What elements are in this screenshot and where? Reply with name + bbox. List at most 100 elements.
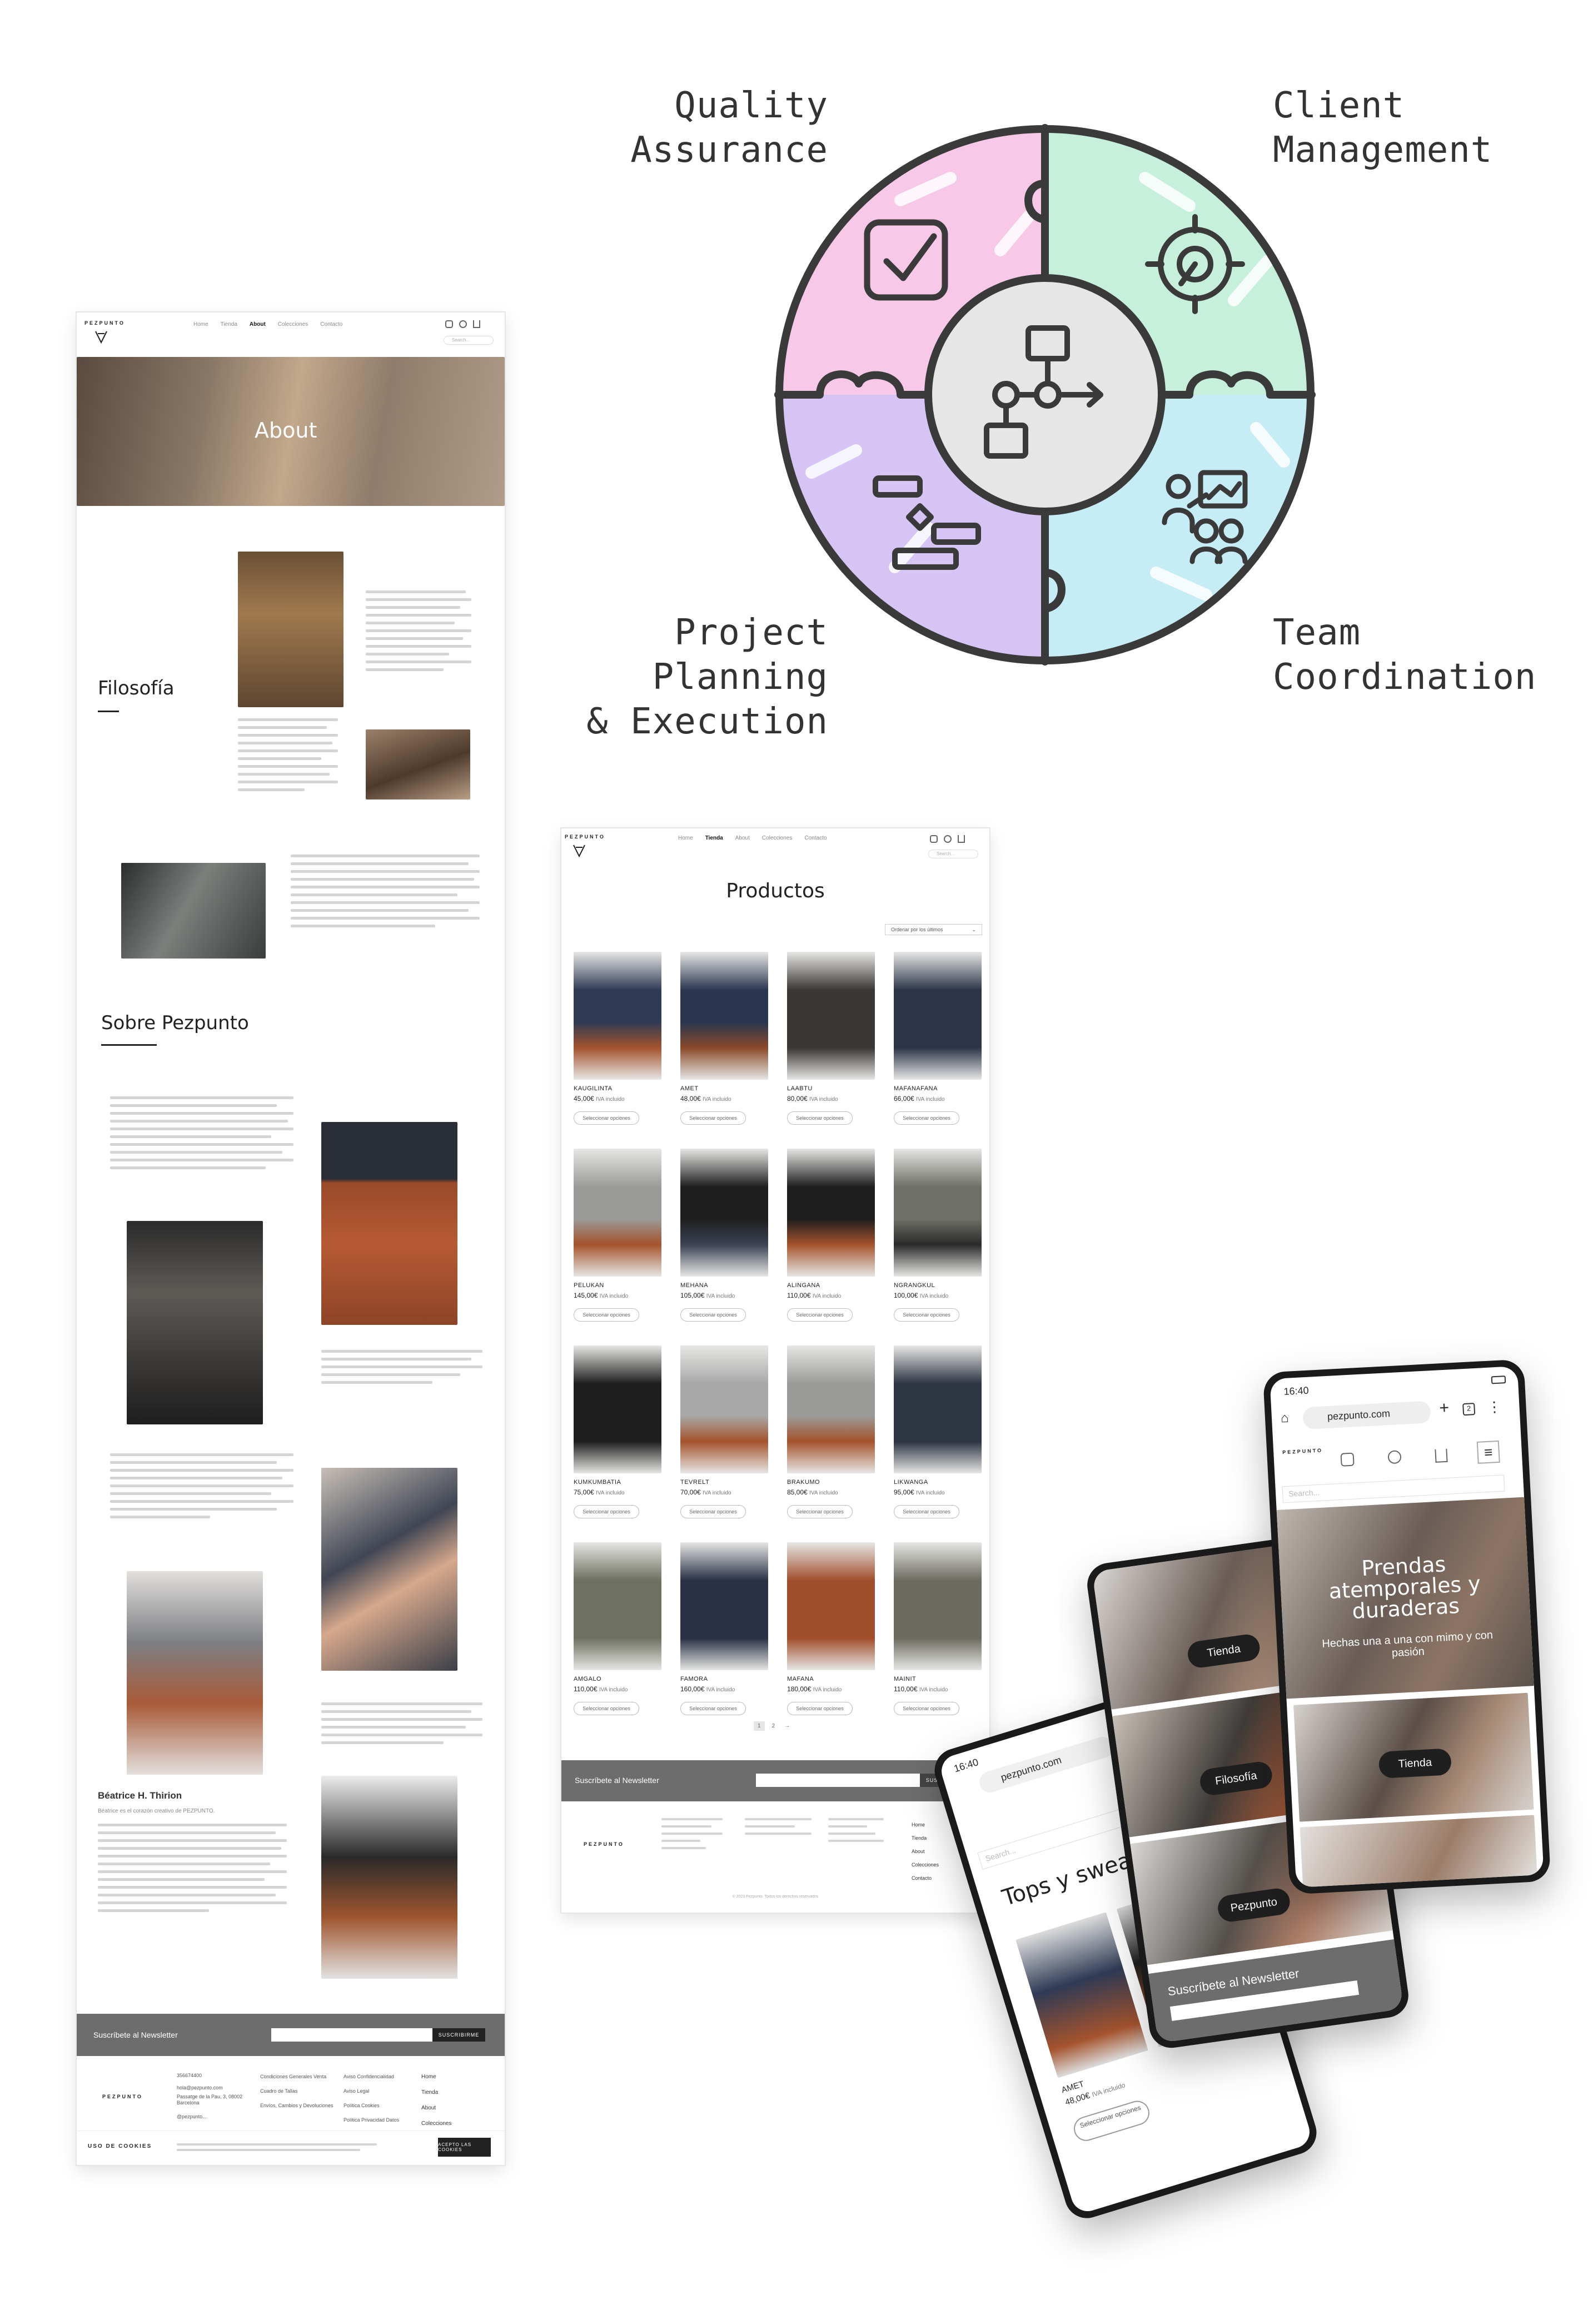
select-options-button[interactable]: Seleccionar opciones: [894, 1111, 959, 1125]
select-options-button[interactable]: Seleccionar opciones: [574, 1111, 639, 1125]
footer-link[interactable]: About: [421, 2100, 451, 2116]
cart-icon[interactable]: [1435, 1448, 1448, 1463]
accept-cookies-button[interactable]: ACEPTO LAS COOKIES: [438, 2138, 491, 2157]
footer-link[interactable]: Home: [421, 2069, 451, 2085]
footer-link[interactable]: Cuadro de Tallas: [260, 2084, 333, 2098]
url-bar[interactable]: pezpunto.com: [1302, 1401, 1431, 1430]
product-photo[interactable]: [574, 952, 661, 1080]
product-photo[interactable]: [574, 1345, 661, 1473]
select-options-button[interactable]: Seleccionar opciones: [1071, 2098, 1153, 2144]
nav-contacto[interactable]: Contacto: [320, 321, 342, 327]
select-options-button[interactable]: Seleccionar opciones: [680, 1702, 746, 1715]
select-options-button[interactable]: Seleccionar opciones: [894, 1308, 959, 1322]
account-icon[interactable]: [459, 320, 467, 328]
select-options-button[interactable]: Seleccionar opciones: [894, 1702, 959, 1715]
product-card[interactable]: MEHANA 105,00€ IVA incluido Seleccionar op…: [680, 1149, 768, 1322]
phone-brand-logo[interactable]: PEZPUNTO: [1282, 1447, 1323, 1455]
product-name[interactable]: AMGALO: [574, 1676, 661, 1682]
newsletter-email-input[interactable]: [756, 1774, 920, 1787]
product-card[interactable]: PELUKAN 145,00€ IVA incluido Seleccionar o…: [574, 1149, 661, 1322]
page-2[interactable]: 2: [768, 1721, 779, 1731]
product-card[interactable]: AMET 48,00€ IVA incluido Seleccionar opcio…: [680, 952, 768, 1125]
product-name[interactable]: KAUGILINTA: [574, 1085, 661, 1092]
select-options-button[interactable]: Seleccionar opciones: [680, 1308, 746, 1322]
sort-select[interactable]: Ordenar por los últimos ⌄: [885, 924, 982, 935]
product-photo[interactable]: [894, 1345, 982, 1473]
footer-link[interactable]: Política Cookies: [344, 2098, 399, 2113]
nav-tienda[interactable]: Tienda: [221, 321, 237, 327]
product-card[interactable]: LIKWANGA 95,00€ IVA incluido Seleccionar o…: [894, 1345, 982, 1518]
cart-icon[interactable]: [958, 835, 965, 843]
product-card[interactable]: MAFANA 180,00€ IVA incluido Seleccionar op…: [787, 1542, 875, 1715]
footer-link[interactable]: About: [912, 1845, 939, 1858]
nav-colecciones[interactable]: Colecciones: [762, 835, 792, 841]
brand-logo[interactable]: PEZPUNTO: [565, 834, 605, 840]
product-photo[interactable]: [894, 952, 982, 1080]
tienda-pill[interactable]: Tienda: [1378, 1748, 1452, 1779]
select-options-button[interactable]: Seleccionar opciones: [894, 1505, 959, 1518]
instagram-icon[interactable]: [1340, 1452, 1355, 1467]
product-name[interactable]: PELUKAN: [574, 1282, 661, 1289]
select-options-button[interactable]: Seleccionar opciones: [574, 1308, 639, 1322]
select-options-button[interactable]: Seleccionar opciones: [787, 1505, 853, 1518]
footer-instagram[interactable]: @pezpunto...: [177, 2111, 255, 2123]
account-icon[interactable]: [1387, 1450, 1402, 1464]
product-card[interactable]: KAUGILINTA 45,00€ IVA incluido Seleccionar…: [574, 952, 661, 1125]
select-options-button[interactable]: Seleccionar opciones: [574, 1702, 639, 1715]
product-photo[interactable]: [680, 952, 768, 1080]
footer-phone[interactable]: 356674400: [177, 2069, 255, 2082]
select-options-button[interactable]: Seleccionar opciones: [680, 1505, 746, 1518]
product-photo[interactable]: [894, 1149, 982, 1277]
product-name[interactable]: MAFANA: [787, 1676, 875, 1682]
nav-about[interactable]: About: [250, 321, 266, 327]
search-input[interactable]: Search...: [928, 850, 978, 858]
footer-email[interactable]: hola@pezpunto.com: [177, 2082, 255, 2094]
product-card[interactable]: KUMKUMBATIA 75,00€ IVA incluido Selecciona…: [574, 1345, 661, 1518]
footer-link[interactable]: Condiciones Generales Venta: [260, 2069, 333, 2084]
product-name[interactable]: AMET: [680, 1085, 768, 1092]
product-card[interactable]: MAINIT 110,00€ IVA incluido Seleccionar op…: [894, 1542, 982, 1715]
newsletter-subscribe-button[interactable]: SUSCRIBIRME: [432, 2028, 485, 2042]
phone-search-input[interactable]: Search...: [1282, 1474, 1505, 1503]
product-photo[interactable]: [574, 1149, 661, 1277]
footer-link[interactable]: Colecciones: [421, 2116, 451, 2132]
footer-link[interactable]: Envíos, Cambios y Devoluciones: [260, 2098, 333, 2113]
product-name[interactable]: KUMKUMBATIA: [574, 1479, 661, 1486]
select-options-button[interactable]: Seleccionar opciones: [680, 1111, 746, 1125]
product-card[interactable]: FAMORA 160,00€ IVA incluido Seleccionar op…: [680, 1542, 768, 1715]
home-icon[interactable]: ⌂: [1280, 1411, 1289, 1427]
url-bar[interactable]: pezpunto.com: [977, 1734, 1116, 1795]
select-options-button[interactable]: Seleccionar opciones: [787, 1308, 853, 1322]
product-photo[interactable]: [787, 1345, 875, 1473]
account-icon[interactable]: [944, 835, 952, 843]
product-card[interactable]: BRAKUMO 85,00€ IVA incluido Seleccionar op…: [787, 1345, 875, 1518]
product-photo[interactable]: [680, 1149, 768, 1277]
newsletter-email-input[interactable]: [271, 2028, 432, 2042]
page-1[interactable]: 1: [754, 1721, 765, 1731]
product-card[interactable]: MAFANAFANA 66,00€ IVA incluido Seleccionar…: [894, 952, 982, 1125]
product-photo[interactable]: [787, 1149, 875, 1277]
tab-count-icon[interactable]: 2: [1462, 1403, 1476, 1416]
footer-link[interactable]: Tienda: [912, 1831, 939, 1845]
product-name[interactable]: MAFANAFANA: [894, 1085, 982, 1092]
product-name[interactable]: LIKWANGA: [894, 1479, 982, 1486]
product-name[interactable]: MAINIT: [894, 1676, 982, 1682]
footer-link[interactable]: Contacto: [912, 1871, 939, 1885]
footer-link[interactable]: Tienda: [421, 2085, 451, 2100]
overflow-menu-icon[interactable]: ⋮: [1487, 1398, 1502, 1416]
footer-logo[interactable]: PEZPUNTO: [584, 1841, 624, 1847]
footer-link[interactable]: Política Privacidad Datos: [344, 2113, 399, 2127]
next-page-arrow-icon[interactable]: →: [782, 1721, 792, 1731]
search-input[interactable]: Search...: [444, 336, 494, 345]
product-name[interactable]: FAMORA: [680, 1676, 768, 1682]
nav-contacto[interactable]: Contacto: [804, 835, 827, 841]
product-name[interactable]: ALINGANA: [787, 1282, 875, 1289]
nav-home[interactable]: Home: [678, 835, 693, 841]
product-card[interactable]: ALINGANA 110,00€ IVA incluido Seleccionar …: [787, 1149, 875, 1322]
product-name[interactable]: TEVRELT: [680, 1479, 768, 1486]
product-name[interactable]: LAABTU: [787, 1085, 875, 1092]
new-tab-icon[interactable]: +: [1439, 1399, 1450, 1418]
nav-home[interactable]: Home: [193, 321, 208, 327]
product-photo[interactable]: [680, 1345, 768, 1473]
select-options-button[interactable]: Seleccionar opciones: [787, 1111, 853, 1125]
